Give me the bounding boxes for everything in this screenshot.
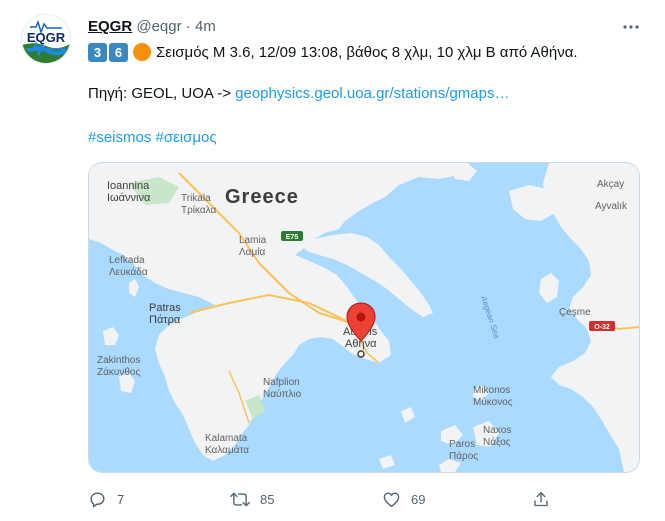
more-icon[interactable] xyxy=(618,14,644,40)
tweet-text-line1: 3 6 Σεισμός M 3.6, 12/09 13:08, βάθος 8 … xyxy=(88,40,578,64)
handle[interactable]: @eqgr xyxy=(136,18,181,35)
reply-button[interactable]: 7 xyxy=(88,486,124,512)
road-label-e75: E75 xyxy=(286,234,299,241)
city-ioannina: Ioannina xyxy=(107,180,150,192)
city-kalamata-local: Καλαμάτα xyxy=(205,444,249,456)
city-paros: Paros xyxy=(449,439,475,450)
map-card[interactable]: E75 O-32 Greece Ioannina Ιωάννινα Trikal… xyxy=(88,162,640,473)
reply-icon xyxy=(90,491,105,507)
city-akcay: Akçay xyxy=(597,179,624,190)
city-nafplion: Nafplion xyxy=(263,377,300,388)
city-trikala: Trikala xyxy=(181,193,211,204)
avatar[interactable]: EQGR xyxy=(21,14,71,64)
tweet-text: Σεισμός M 3.6, 12/09 13:08, βάθος 8 χλμ,… xyxy=(156,43,578,61)
orange-circle-icon xyxy=(133,43,151,61)
keycap-6: 6 xyxy=(109,42,128,62)
city-mikonos-local: Μύκονος xyxy=(473,396,513,408)
city-lamia: Lamia xyxy=(239,235,267,246)
keycap-3: 3 xyxy=(88,42,107,62)
avatar-text: EQGR xyxy=(27,30,66,45)
hashtags[interactable]: #seismos #σεισμος xyxy=(88,128,217,148)
city-lefkada: Lefkada xyxy=(109,255,145,266)
like-icon xyxy=(383,491,400,507)
timestamp[interactable]: 4m xyxy=(195,18,216,35)
share-button[interactable] xyxy=(532,486,550,512)
share-icon xyxy=(534,491,548,506)
city-nafplion-local: Ναύπλιο xyxy=(263,388,302,400)
like-count: 69 xyxy=(411,491,426,507)
separator-dot: · xyxy=(185,18,191,35)
tweet-source-line: Πηγή: GEOL, UOA -> geophysics.geol.uoa.g… xyxy=(88,84,509,104)
retweet-count: 85 xyxy=(260,491,275,507)
country-label: Greece xyxy=(225,186,299,208)
retweet-button[interactable]: 85 xyxy=(230,486,274,512)
city-lefkada-local: Λευκάδα xyxy=(109,266,148,278)
city-kalamata: Kalamata xyxy=(205,433,248,444)
city-trikala-local: Τρίκαλα xyxy=(181,204,217,216)
like-button[interactable]: 69 xyxy=(382,486,425,512)
city-ioannina-local: Ιωάννινα xyxy=(107,192,151,204)
city-patras-local: Πάτρα xyxy=(149,314,181,326)
road-label-o32: O-32 xyxy=(594,324,610,331)
city-patras: Patras xyxy=(149,302,181,314)
city-naxos: Naxos xyxy=(483,425,511,436)
athens-marker xyxy=(357,350,365,358)
tweet-actions: 7 85 69 xyxy=(0,486,665,512)
source-link[interactable]: geophysics.geol.uoa.gr/stations/gmaps… xyxy=(235,85,509,102)
city-ayvalik: Ayvalık xyxy=(595,201,628,212)
source-prefix: Πηγή: GEOL, UOA -> xyxy=(88,85,236,102)
city-cesme: Çeşme xyxy=(559,307,591,318)
retweet-icon xyxy=(230,492,250,506)
city-paros-local: Πάρος xyxy=(449,450,478,462)
city-lamia-local: Λαμία xyxy=(239,246,265,258)
city-zakinthos: Zakinthos xyxy=(97,355,140,366)
city-zakinthos-local: Ζάκυνθος xyxy=(97,366,140,378)
tweet[interactable]: EQGR EQGR @eqgr · 4m 3 6 Σεισμός M 3.6, … xyxy=(0,0,665,521)
tweet-header: EQGR @eqgr · 4m xyxy=(88,17,216,37)
city-naxos-local: Νάξος xyxy=(483,436,511,448)
city-mikonos: Mikonos xyxy=(473,385,510,396)
display-name[interactable]: EQGR xyxy=(88,18,132,35)
reply-count: 7 xyxy=(117,491,125,507)
